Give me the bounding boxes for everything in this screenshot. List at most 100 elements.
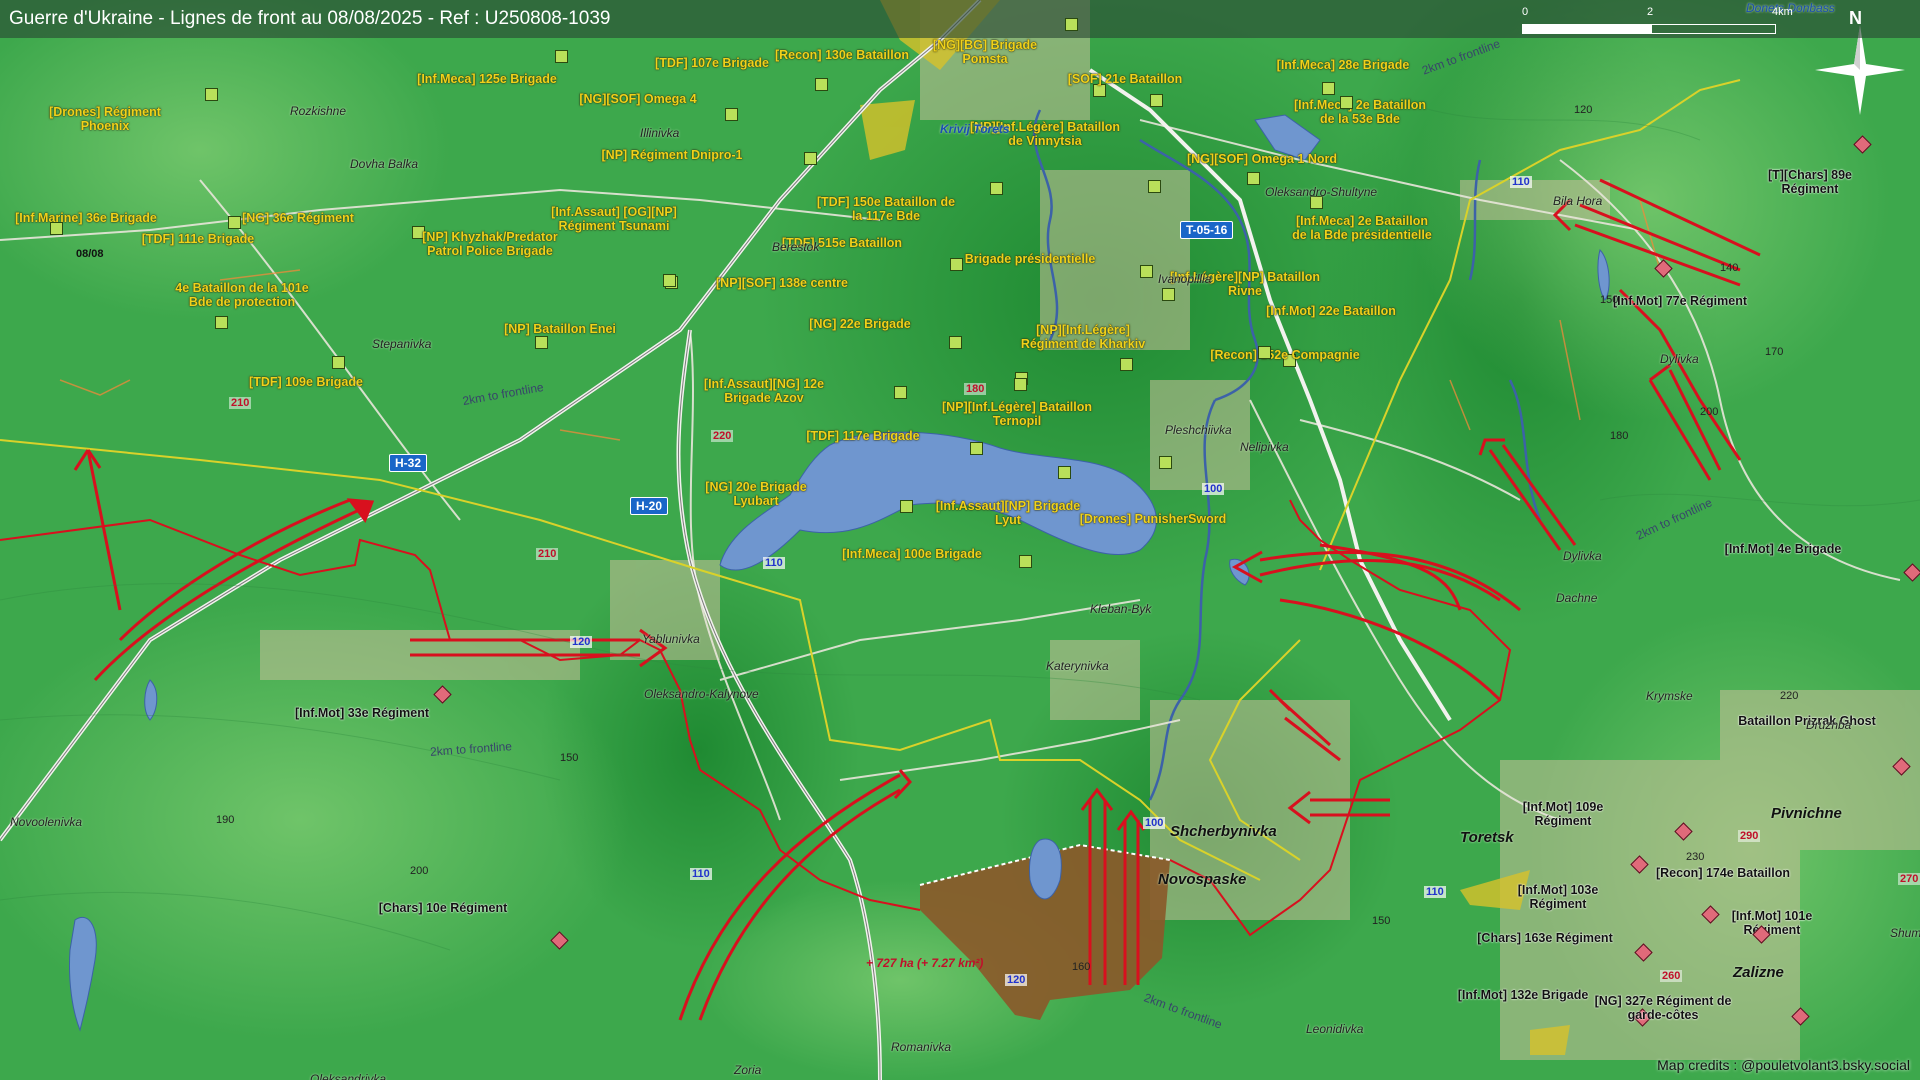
ua-unit-label[interactable]: [Recon] 152e Compagnie xyxy=(1210,348,1360,362)
ua-unit-label[interactable]: [TDF] 109e Brigade xyxy=(231,375,381,389)
ru-unit-label[interactable]: [Recon] 174e Bataillon xyxy=(1653,866,1793,880)
ua-unit-label[interactable]: Brigade présidentielle xyxy=(955,252,1105,266)
ua-unit-label[interactable]: [SOF] 21e Bataillon xyxy=(1050,72,1200,86)
ua-unit-label[interactable]: [Drones] Régiment Phoenix xyxy=(30,105,180,133)
ua-unit-marker-icon[interactable] xyxy=(1258,346,1271,359)
elevation-label: 160 xyxy=(1072,961,1091,973)
ua-unit-marker-icon[interactable] xyxy=(1340,96,1353,109)
ua-unit-marker-icon[interactable] xyxy=(1058,466,1071,479)
ru-unit-label[interactable]: [NG] 327e Régiment de garde-côtes xyxy=(1593,994,1733,1022)
ua-unit-label[interactable]: [TDF] 107e Brigade xyxy=(637,56,787,70)
ua-unit-label[interactable]: [Recon] 130e Bataillon xyxy=(767,48,917,62)
ru-unit-label[interactable]: [Inf.Mot] 132e Brigade xyxy=(1453,988,1593,1002)
road-number-label: 100 xyxy=(1143,817,1166,829)
date-marker-label: 08/08 xyxy=(76,248,104,260)
ua-unit-label[interactable]: [TDF] 117e Brigade xyxy=(788,429,938,443)
ua-unit-marker-icon[interactable] xyxy=(894,386,907,399)
ua-unit-marker-icon[interactable] xyxy=(1120,358,1133,371)
ua-unit-marker-icon[interactable] xyxy=(1322,82,1335,95)
road-shield: T-05-16 xyxy=(1180,221,1234,239)
elevation-label: 220 xyxy=(711,430,734,442)
ua-unit-marker-icon[interactable] xyxy=(1247,172,1260,185)
elevation-label: 180 xyxy=(1610,430,1629,442)
ua-unit-marker-icon[interactable] xyxy=(970,442,983,455)
map-credits: Map credits : @pouletvolant3.bsky.social xyxy=(1657,1057,1910,1073)
ua-unit-label[interactable]: [TDF] 150e Bataillon de la 117e Bde xyxy=(811,195,961,223)
ua-unit-label[interactable]: [NG][SOF] Omega 1 Nord xyxy=(1187,152,1337,166)
ua-unit-marker-icon[interactable] xyxy=(535,336,548,349)
ua-unit-label[interactable]: [TDF] 111e Brigade xyxy=(123,232,273,246)
ua-unit-label[interactable]: [Inf.Meca] 28e Brigade xyxy=(1268,58,1418,72)
ru-unit-label[interactable]: [Inf.Mot] 77e Régiment xyxy=(1610,294,1750,308)
ua-unit-marker-icon[interactable] xyxy=(900,500,913,513)
ua-unit-label[interactable]: [Inf.Meca] 2e Bataillon de la Bde présid… xyxy=(1287,214,1437,242)
ua-unit-label[interactable]: [NG][BG] Brigade Pomsta xyxy=(910,38,1060,66)
ua-unit-marker-icon[interactable] xyxy=(332,356,345,369)
map-canvas[interactable]: Guerre d'Ukraine - Lignes de front au 08… xyxy=(0,0,1920,1080)
ru-unit-label[interactable]: [Inf.Mot] 101e Régiment xyxy=(1702,909,1842,937)
ua-unit-label[interactable]: [NP] Khyzhak/Predator Patrol Police Brig… xyxy=(415,230,565,258)
ua-unit-label[interactable]: [NG] 20e Brigade Lyubart xyxy=(681,480,831,508)
ua-unit-label[interactable]: [NG] 22e Brigade xyxy=(785,317,935,331)
ru-unit-label[interactable]: [Chars] 10e Régiment xyxy=(373,901,513,915)
ua-unit-label[interactable]: [Inf.Mot] 22e Bataillon xyxy=(1256,304,1406,318)
elevation-label: 200 xyxy=(1700,406,1719,418)
ua-unit-label[interactable]: [NG] 36e Régiment xyxy=(223,211,373,225)
ua-unit-marker-icon[interactable] xyxy=(1162,288,1175,301)
ru-unit-label[interactable]: [Inf.Mot] 103e Régiment xyxy=(1488,883,1628,911)
ua-unit-marker-icon[interactable] xyxy=(215,316,228,329)
ua-unit-marker-icon[interactable] xyxy=(1140,265,1153,278)
ua-unit-marker-icon[interactable] xyxy=(990,182,1003,195)
ua-unit-label[interactable]: [NP][Inf.Légère] Bataillon Ternopil xyxy=(942,400,1092,428)
ua-unit-marker-icon[interactable] xyxy=(1150,94,1163,107)
ua-unit-label[interactable]: [NP] Bataillon Enei xyxy=(485,322,635,336)
ru-unit-label[interactable]: [T][Chars] 89e Régiment xyxy=(1740,168,1880,196)
ua-unit-label[interactable]: [NG][SOF] Omega 4 xyxy=(563,92,713,106)
ua-unit-label[interactable]: 4e Bataillon de la 101e Bde de protectio… xyxy=(167,281,317,309)
place-label: Illinivka xyxy=(640,126,680,140)
ua-unit-marker-icon[interactable] xyxy=(663,274,676,287)
ua-unit-marker-icon[interactable] xyxy=(555,50,568,63)
ua-unit-label[interactable]: [NP] Régiment Dnipro-1 xyxy=(597,148,747,162)
place-label: Novoolenivka xyxy=(10,815,83,829)
north-label: N xyxy=(1849,8,1862,28)
place-label: Novospaske xyxy=(1158,871,1247,888)
ua-unit-marker-icon[interactable] xyxy=(1019,555,1032,568)
ua-unit-label[interactable]: [Inf.Meca] 100e Brigade xyxy=(837,547,987,561)
ua-unit-marker-icon[interactable] xyxy=(1014,378,1027,391)
road-number-label: 120 xyxy=(570,636,593,648)
ua-unit-label[interactable]: [Inf.Marine] 36e Brigade xyxy=(11,211,161,225)
ua-unit-marker-icon[interactable] xyxy=(205,88,218,101)
ru-unit-label[interactable]: [Inf.Mot] 33e Régiment xyxy=(292,706,432,720)
ru-unit-label[interactable]: [Chars] 163e Régiment xyxy=(1475,931,1615,945)
elevation-label: 230 xyxy=(1686,851,1705,863)
elevation-label: 200 xyxy=(410,865,429,877)
ua-unit-label[interactable]: [Inf.Assaut][NP] Brigade Lyut xyxy=(933,499,1083,527)
ua-unit-marker-icon[interactable] xyxy=(1065,18,1078,31)
road-shield: H-20 xyxy=(630,497,669,515)
elevation-label: 140 xyxy=(1720,262,1739,274)
place-label: Toretsk xyxy=(1460,829,1514,846)
ua-unit-marker-icon[interactable] xyxy=(1159,456,1172,469)
ru-unit-label[interactable]: [Inf.Mot] 109e Régiment xyxy=(1493,800,1633,828)
ua-unit-label[interactable]: [NP][Inf.Légère] Régiment de Kharkiv xyxy=(1008,323,1158,351)
ua-unit-label[interactable]: [NP][SOF] 138e centre xyxy=(707,276,857,290)
ua-unit-marker-icon[interactable] xyxy=(50,222,63,235)
ua-unit-label[interactable]: [Inf.Meca] 125e Brigade xyxy=(412,72,562,86)
ua-unit-marker-icon[interactable] xyxy=(804,152,817,165)
place-label: Pivnichne xyxy=(1771,805,1842,822)
elevation-label: 120 xyxy=(1574,104,1593,116)
ua-unit-label[interactable]: [Inf.Meca] 2e Bataillon de la 53e Bde xyxy=(1285,98,1435,126)
ua-unit-marker-icon[interactable] xyxy=(815,78,828,91)
place-label: Dylivka xyxy=(1563,549,1602,563)
ua-unit-marker-icon[interactable] xyxy=(949,336,962,349)
ua-unit-label[interactable]: [Inf.Assaut] [OG][NP] Régiment Tsunami xyxy=(539,205,689,233)
ua-unit-marker-icon[interactable] xyxy=(228,216,241,229)
elevation-label: 270 xyxy=(1898,873,1920,885)
ru-unit-label[interactable]: [Inf.Mot] 4e Brigade xyxy=(1713,542,1853,556)
map-title: Guerre d'Ukraine - Lignes de front au 08… xyxy=(9,8,611,29)
ua-unit-label[interactable]: [Drones] PunisherSword xyxy=(1078,512,1228,526)
ua-unit-marker-icon[interactable] xyxy=(725,108,738,121)
ua-unit-label[interactable]: [Inf.Assaut][NG] 12e Brigade Azov xyxy=(689,377,839,405)
ua-unit-marker-icon[interactable] xyxy=(1148,180,1161,193)
